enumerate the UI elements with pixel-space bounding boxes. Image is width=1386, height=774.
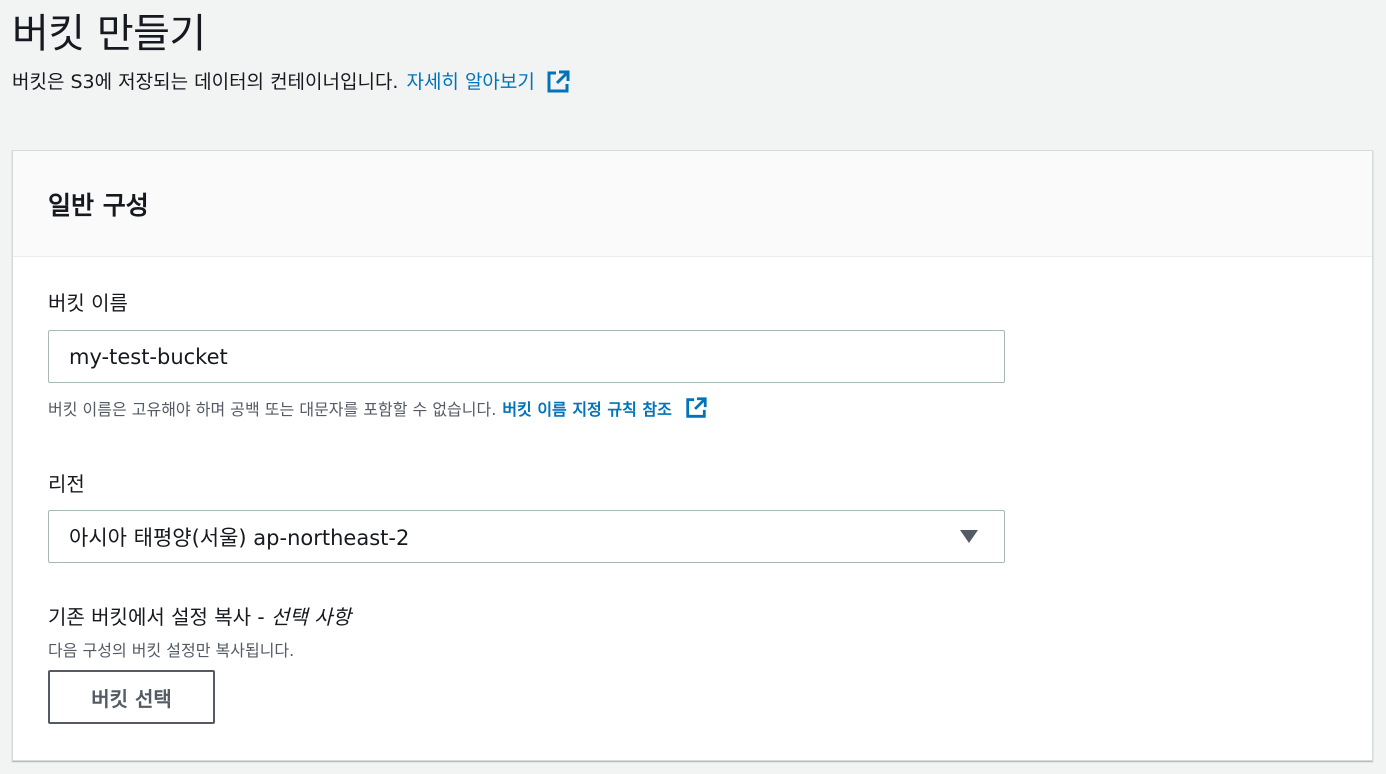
learn-more-link[interactable]: 자세히 알아보기 (406, 68, 534, 96)
region-select[interactable]: 아시아 태평양(서울) ap-northeast-2 (48, 510, 1005, 563)
bucket-naming-rules-link[interactable]: 버킷 이름 지정 규칙 참조 (502, 396, 671, 420)
bucket-name-input[interactable]: my-test-bucket (48, 330, 1005, 383)
optional-text: 선택 사항 (271, 605, 351, 629)
region-select-value: 아시아 태평양(서울) ap-northeast-2 (69, 525, 410, 550)
copy-settings-label: 기존 버킷에서 설정 복사 - 선택 사항 (48, 601, 351, 630)
page-title: 버킷 만들기 (12, 11, 206, 57)
bucket-name-label: 버킷 이름 (48, 291, 128, 315)
caret-down-icon (960, 530, 978, 543)
page-header: 버킷 만들기 버킷은 S3에 저장되는 데이터의 컨테이너입니다. 자세히 알아… (12, 8, 571, 96)
bucket-name-value: my-test-bucket (69, 344, 228, 369)
page-description: 버킷은 S3에 저장되는 데이터의 컨테이너입니다. 자세히 알아보기 (12, 68, 571, 96)
bucket-name-hint-text: 버킷 이름은 고유해야 하며 공백 또는 대문자를 포함할 수 없습니다. (48, 400, 497, 419)
panel-title: 일반 구성 (48, 190, 149, 220)
region-label: 리전 (48, 472, 85, 496)
page-description-text: 버킷은 S3에 저장되는 데이터의 컨테이너입니다. (12, 71, 399, 93)
copy-settings-label-text: 기존 버킷에서 설정 복사 - (48, 605, 272, 629)
external-link-icon[interactable] (545, 69, 571, 95)
general-configuration-panel: 일반 구성 버킷 이름 my-test-bucket 버킷 이름은 고유해야 하… (12, 150, 1373, 761)
bucket-name-hint: 버킷 이름은 고유해야 하며 공백 또는 대문자를 포함할 수 없습니다. 버킷… (48, 396, 708, 420)
external-link-icon[interactable] (684, 396, 708, 420)
copy-settings-description: 다음 구성의 버킷 설정만 복사됩니다. (48, 641, 295, 660)
panel-header: 일반 구성 (13, 151, 1372, 257)
choose-bucket-button[interactable]: 버킷 선택 (48, 670, 215, 724)
